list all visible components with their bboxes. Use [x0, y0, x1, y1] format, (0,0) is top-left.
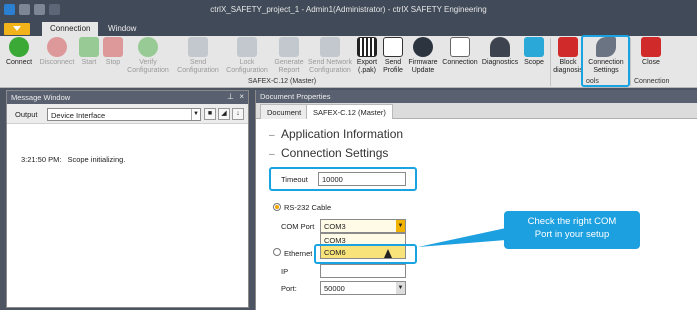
callout-box: Check the right COM Port in your setup: [504, 211, 640, 249]
callout-pointer-shape: [418, 228, 506, 247]
callout-pointer: [418, 228, 506, 247]
callout-line-1: Check the right COM: [527, 216, 617, 227]
callout-line-2: Port in your setup: [534, 229, 610, 240]
